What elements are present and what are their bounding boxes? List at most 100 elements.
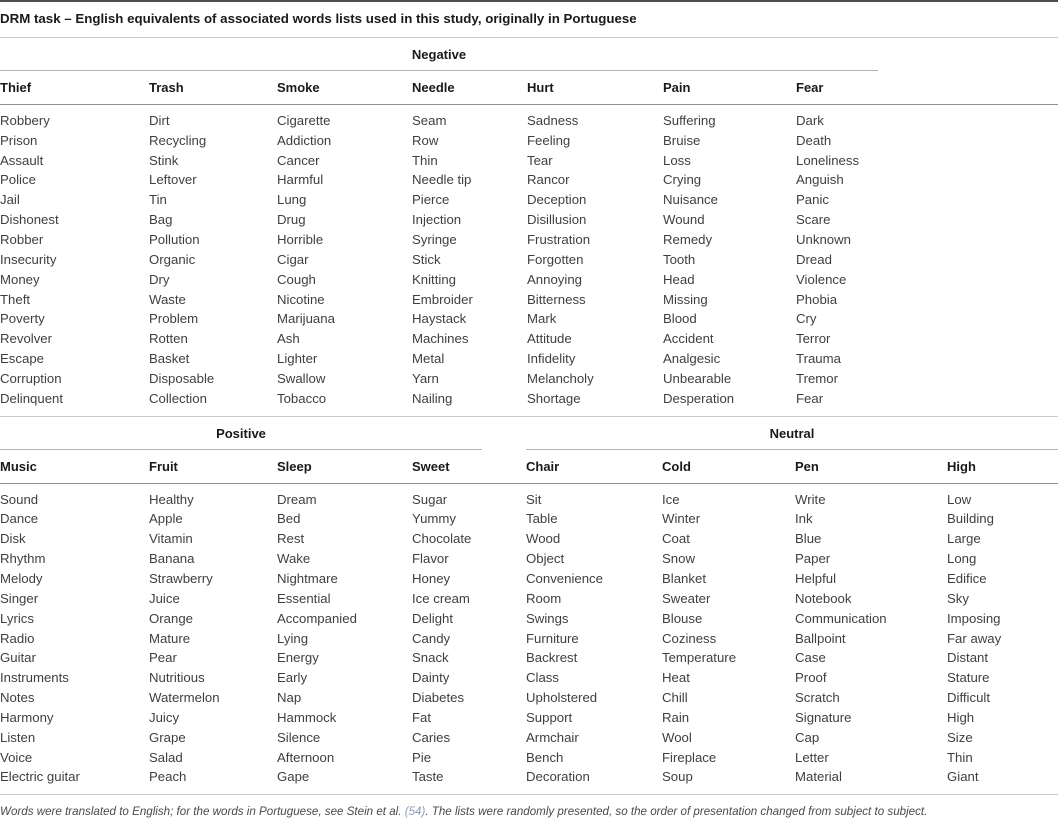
- word-cell: Seam: [412, 112, 447, 128]
- word-cell: Shortage: [527, 390, 581, 406]
- word-cell: Tear: [527, 152, 553, 168]
- word-cell: Pear: [149, 650, 177, 666]
- word-list-trash: Dirt Recycling Stink Leftover Tin Bag Pollutio…: [149, 111, 277, 409]
- word-cell: Recycling: [149, 132, 207, 148]
- word-cell: Class: [526, 670, 559, 686]
- word-cell: Low: [947, 491, 972, 507]
- word-cell: Bed: [277, 511, 301, 527]
- group-header-neutral: Neutral: [526, 417, 1058, 450]
- word-cell: Cancer: [277, 152, 320, 168]
- word-cell: Needle tip: [412, 172, 472, 188]
- word-cell: Bench: [526, 749, 564, 765]
- word-cell: Dry: [149, 271, 170, 287]
- word-cell: Row: [412, 132, 439, 148]
- column-header-pain: Pain: [663, 79, 691, 95]
- word-cell: Metal: [412, 351, 445, 367]
- word-cell: Desperation: [663, 390, 735, 406]
- word-cell: Harmony: [0, 709, 54, 725]
- word-cell: Police: [0, 172, 36, 188]
- word-cell: High: [947, 709, 975, 725]
- word-cell: Forgotten: [527, 251, 584, 267]
- word-cell: Vitamin: [149, 531, 193, 547]
- word-cell: Wake: [277, 551, 311, 567]
- word-cell: Upholstered: [526, 690, 598, 706]
- positive-words-half: Sound Dance Disk Rhythm Melody Singer Lyrics Ra…: [0, 490, 482, 788]
- word-cell: Nicotine: [277, 291, 325, 307]
- word-cell: Afternoon: [277, 749, 335, 765]
- word-cell: Flavor: [412, 551, 449, 567]
- negative-word-lists: Robbery Prison Assault Police Jail Dishonest R…: [0, 105, 1058, 416]
- word-list-fruit: Healthy Apple Vitamin Banana Strawberry Juice…: [149, 490, 277, 788]
- word-list-chair: Sit Table Wood Object Convenience Room Swings F…: [526, 490, 662, 788]
- word-cell: Swings: [526, 610, 569, 626]
- word-cell: Dirt: [149, 112, 170, 128]
- word-cell: Taste: [412, 769, 444, 785]
- word-cell: Dance: [0, 511, 39, 527]
- word-cell: Theft: [0, 291, 31, 307]
- word-cell: Sweater: [662, 590, 711, 606]
- word-cell: Machines: [412, 331, 469, 347]
- word-cell: Disk: [0, 531, 26, 547]
- word-cell: Basket: [149, 351, 190, 367]
- citation-link-54[interactable]: (54): [405, 805, 426, 818]
- word-cell: Temperature: [662, 650, 737, 666]
- word-cell: Armchair: [526, 729, 579, 745]
- word-cell: Unknown: [796, 232, 851, 247]
- word-cell: Disposable: [149, 370, 215, 386]
- table-footnote: Words were translated to English; for th…: [0, 795, 1058, 821]
- word-cell: Object: [526, 551, 565, 567]
- positive-neutral-group-band: Positive Neutral: [0, 417, 1058, 450]
- column-header-thief: Thief: [0, 79, 32, 95]
- word-cell: Dainty: [412, 670, 450, 686]
- word-cell: Thin: [947, 749, 973, 765]
- word-cell: Head: [663, 271, 695, 287]
- word-cell: Crying: [663, 172, 702, 188]
- column-header-hurt: Hurt: [527, 79, 554, 95]
- word-cell: Stick: [412, 251, 441, 267]
- word-cell: Rotten: [149, 331, 188, 347]
- word-list-smoke: Cigarette Addiction Cancer Harmful Lung Drug H…: [277, 111, 412, 409]
- word-cell: Heat: [662, 670, 690, 686]
- word-cell: Diabetes: [412, 690, 465, 706]
- word-cell: Mark: [527, 311, 557, 327]
- word-cell: Orange: [149, 610, 193, 626]
- word-cell: Infidelity: [527, 351, 576, 367]
- word-cell: Dark: [796, 112, 824, 128]
- word-cell: Dread: [796, 251, 832, 267]
- drm-task-table: DRM task – English equivalents of associ…: [0, 0, 1058, 821]
- word-list-hurt: Sadness Feeling Tear Rancor Deception Disillu…: [527, 111, 663, 409]
- column-header-cold: Cold: [662, 458, 691, 474]
- column-header-sleep: Sleep: [277, 458, 312, 474]
- word-cell: Money: [0, 271, 40, 287]
- word-cell: Phobia: [796, 291, 838, 307]
- word-cell: Giant: [947, 769, 979, 785]
- word-cell: Salad: [149, 749, 183, 765]
- word-cell: Rest: [277, 531, 305, 547]
- word-cell: Missing: [663, 291, 708, 307]
- word-cell: Ice: [662, 491, 680, 507]
- word-cell: Signature: [795, 709, 852, 725]
- word-cell: Ash: [277, 331, 300, 347]
- word-cell: Injection: [412, 212, 462, 228]
- word-list-pain: Suffering Bruise Loss Crying Nuisance Wound Re…: [663, 111, 796, 409]
- word-cell: Wound: [663, 212, 705, 228]
- negative-group-band: Negative: [0, 38, 1058, 71]
- word-cell: Blood: [663, 311, 697, 327]
- word-cell: Unbearable: [663, 370, 732, 386]
- word-cell: Rhythm: [0, 551, 46, 567]
- word-cell: Soup: [662, 769, 693, 785]
- word-cell: Scratch: [795, 690, 840, 706]
- word-cell: Scare: [796, 212, 831, 228]
- word-cell: Early: [277, 670, 308, 686]
- word-cell: Ink: [795, 511, 813, 527]
- word-cell: Distant: [947, 650, 989, 666]
- word-cell: Loss: [663, 152, 691, 168]
- word-cell: Letter: [795, 749, 829, 765]
- group-header-neutral-label: Neutral: [526, 417, 1058, 450]
- word-cell: Harmful: [277, 172, 324, 188]
- word-cell: Remedy: [663, 232, 713, 247]
- word-cell: Gape: [277, 769, 310, 785]
- word-cell: Addiction: [277, 132, 332, 148]
- word-cell: Rancor: [527, 172, 570, 188]
- word-cell: Silence: [277, 729, 321, 745]
